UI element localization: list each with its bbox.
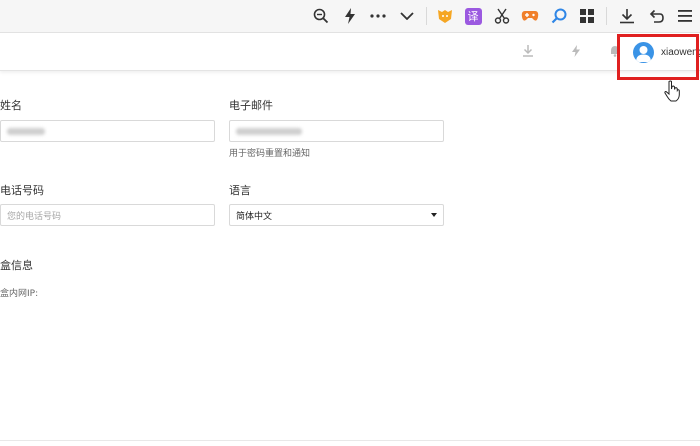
game-extension-icon[interactable]	[518, 4, 542, 28]
avatar	[633, 41, 654, 63]
scissors-icon[interactable]	[490, 4, 514, 28]
chevron-down-icon[interactable]	[395, 4, 419, 28]
zoom-out-icon[interactable]	[309, 4, 333, 28]
download-icon[interactable]	[615, 4, 639, 28]
name-field[interactable]	[0, 120, 215, 142]
lightning-icon[interactable]	[568, 43, 584, 59]
browser-toolbar: 译	[0, 0, 700, 33]
app-header: xiaoweng	[0, 33, 700, 71]
page-bottom-divider	[0, 440, 700, 441]
phone-field[interactable]: 您的电话号码	[0, 204, 215, 226]
name-label: 姓名	[0, 99, 22, 112]
toolbar-divider	[606, 7, 607, 25]
lightning-icon[interactable]	[338, 4, 362, 28]
language-label: 语言	[229, 184, 251, 197]
email-field[interactable]	[229, 120, 444, 142]
blurred-email-value	[236, 127, 302, 135]
bell-icon[interactable]	[607, 43, 623, 59]
username: xiaoweng	[661, 46, 700, 58]
ip-label: 盒内网IP:	[0, 289, 39, 299]
search-extension-icon[interactable]	[547, 4, 571, 28]
translate-extension-icon[interactable]: 译	[461, 4, 485, 28]
language-value: 简体中文	[236, 211, 273, 222]
caret-down-icon	[431, 213, 437, 217]
grid-icon[interactable]	[575, 4, 599, 28]
more-icon[interactable]	[366, 4, 390, 28]
section-title: 盒信息	[0, 259, 33, 272]
undo-icon[interactable]	[644, 4, 668, 28]
menu-icon[interactable]	[673, 4, 697, 28]
toolbar-divider	[426, 7, 427, 25]
phone-placeholder: 您的电话号码	[7, 211, 62, 222]
bear-extension-icon[interactable]	[433, 4, 457, 28]
phone-label: 电话号码	[0, 184, 44, 197]
email-label: 电子邮件	[229, 99, 273, 112]
language-select[interactable]: 简体中文	[229, 204, 444, 226]
hand-cursor-icon	[664, 80, 680, 102]
blurred-name-value	[7, 127, 45, 135]
email-hint: 用于密码重置和通知	[229, 149, 311, 159]
download-icon[interactable]	[520, 43, 536, 59]
user-menu[interactable]: xiaoweng	[633, 37, 700, 67]
